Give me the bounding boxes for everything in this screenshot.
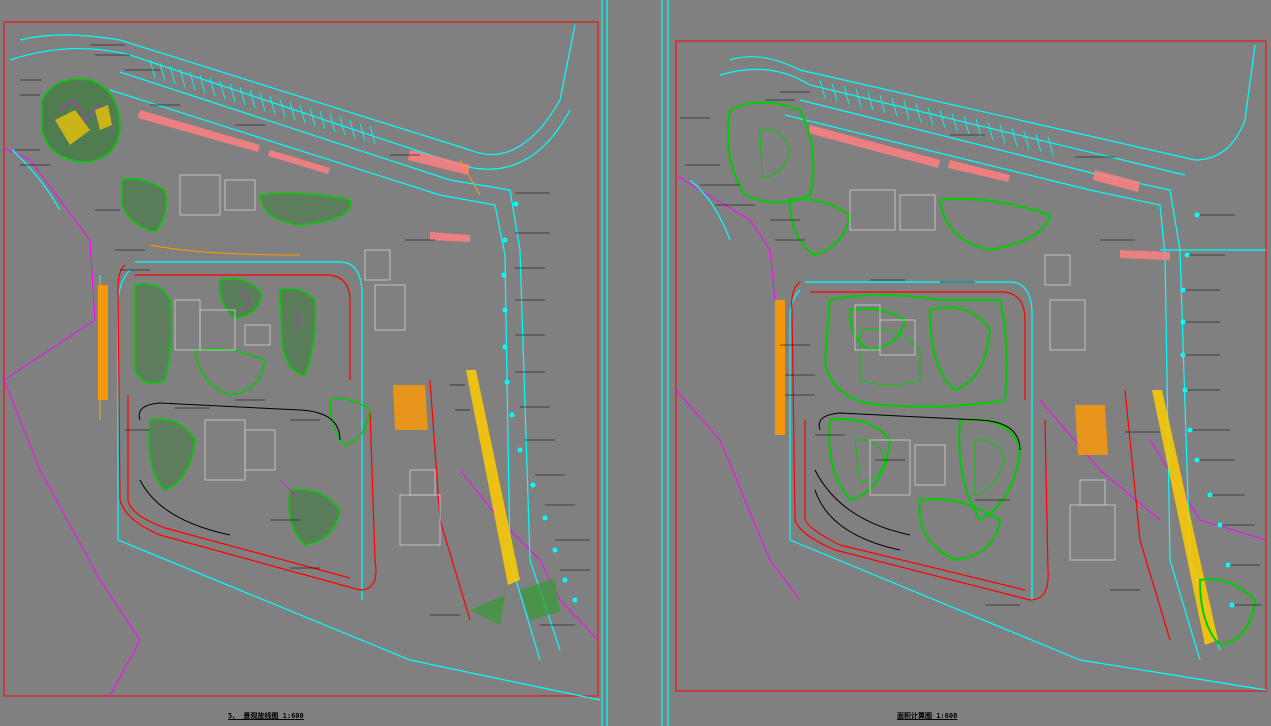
right-fire-lanes	[791, 281, 1171, 641]
right-sheet[interactable]	[675, 40, 1267, 692]
right-sheet-frame	[675, 40, 1267, 692]
left-hatched-lawns	[470, 578, 560, 625]
right-yellow-walk	[1152, 390, 1218, 645]
right-dark-paths	[814, 412, 1021, 551]
left-yellow-walk	[466, 370, 520, 585]
left-sheet-title: 5、 景观放线图 1:600	[228, 712, 304, 720]
viewport-separators	[601, 0, 669, 726]
left-site-boundary	[3, 147, 599, 697]
left-orange-stairs	[393, 385, 428, 430]
right-buildings	[849, 189, 1116, 561]
right-site-boundary	[675, 174, 1267, 601]
left-survey-points	[501, 201, 578, 603]
left-orange-bar	[98, 285, 108, 400]
right-orange-stairs	[1075, 405, 1108, 455]
left-sheet[interactable]	[3, 21, 601, 701]
right-sheet-title: 面积计算图 1:600	[897, 712, 958, 720]
right-orange-bar	[775, 300, 785, 435]
cad-drawing-canvas[interactable]	[0, 0, 1271, 726]
left-planting-beds	[41, 78, 371, 546]
right-area-outlines	[726, 101, 1257, 647]
